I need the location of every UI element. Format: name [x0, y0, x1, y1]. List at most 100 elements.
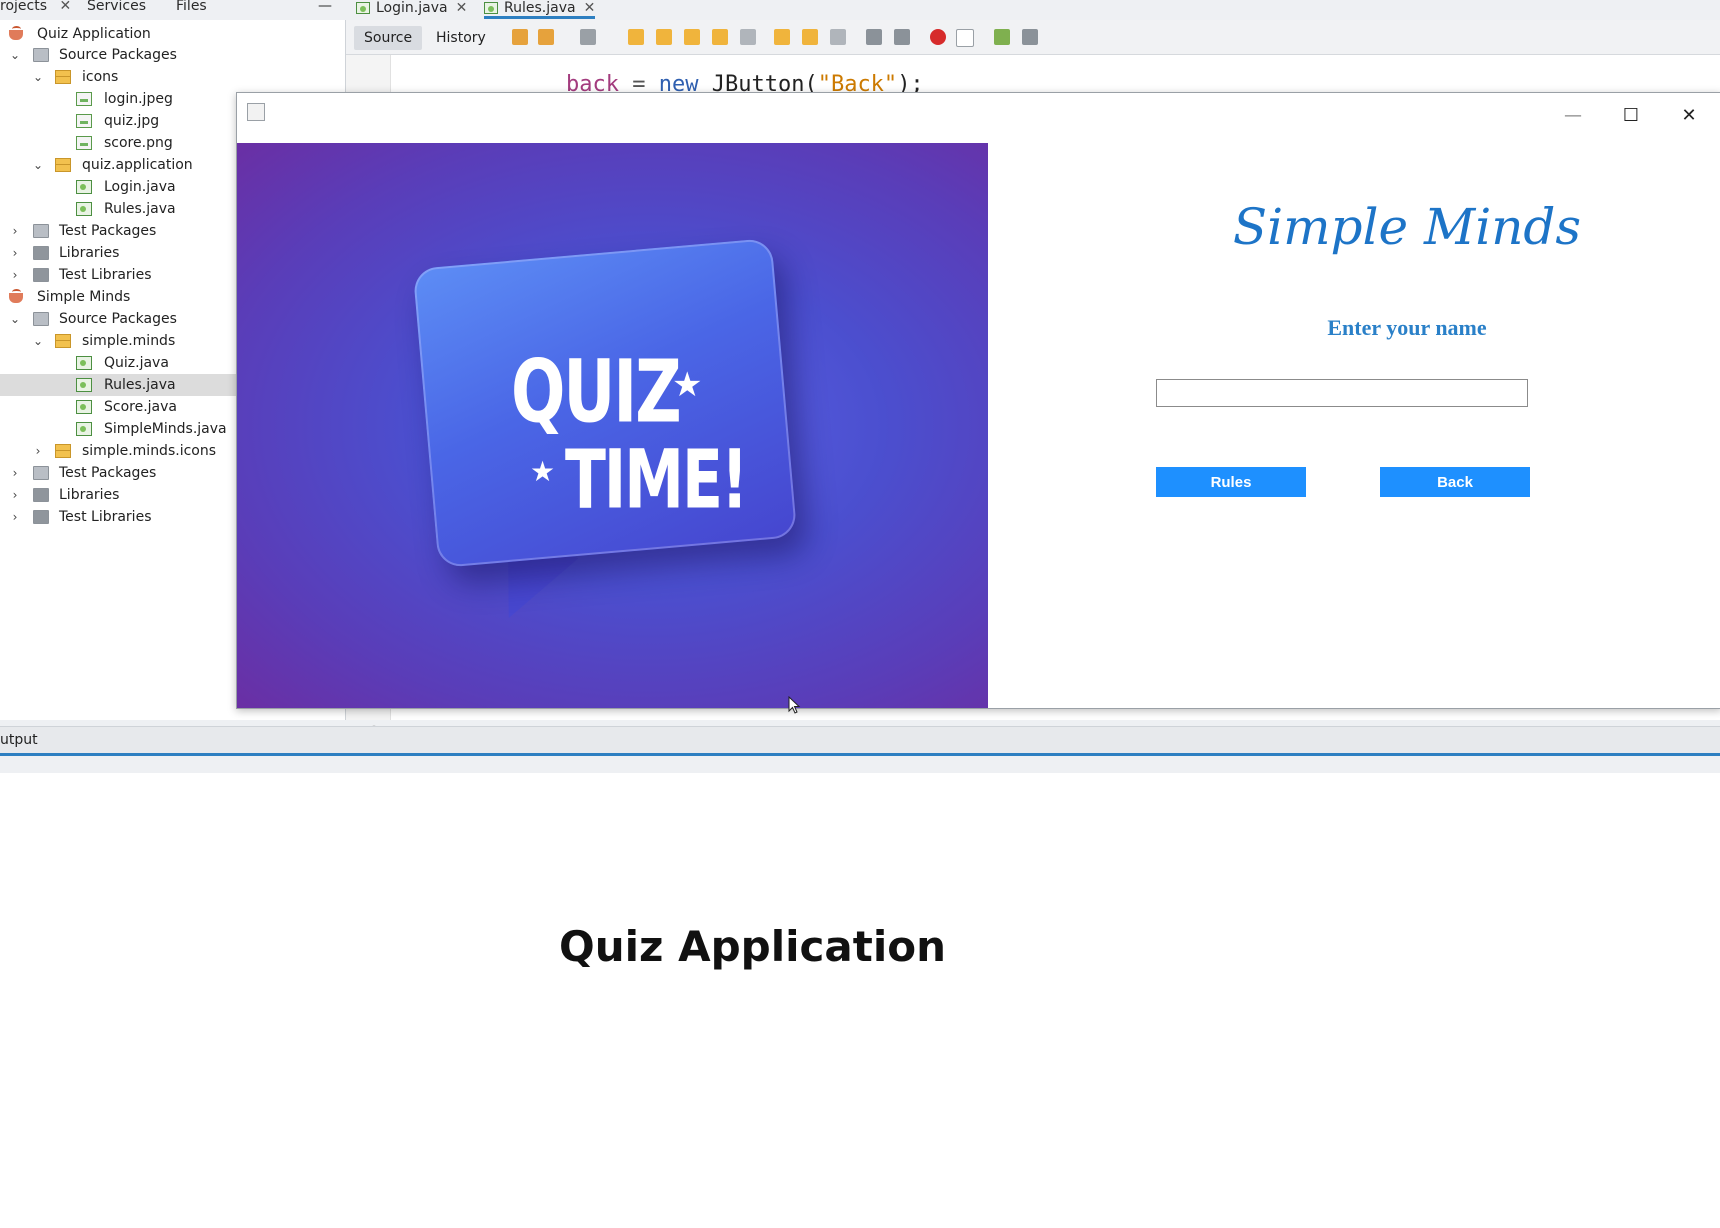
package-icon — [55, 70, 71, 84]
close-icon[interactable]: ✕ — [456, 0, 468, 16]
chevron-right-icon[interactable]: › — [10, 242, 20, 264]
tree-item-label: score.png — [104, 135, 173, 151]
simple-minds-window: — ☐ ✕ QUIZ ★ ★ TIME! Simple Minds Enter … — [236, 92, 1720, 709]
minimize-panel-icon[interactable]: — — [318, 0, 332, 16]
package-icon — [55, 334, 71, 348]
tree-item-quiz-application[interactable]: Quiz Application — [0, 23, 345, 45]
tree-item-label: Source Packages — [59, 47, 177, 63]
close-icon[interactable]: ✕ — [584, 0, 596, 16]
chevron-down-icon[interactable]: ⌄ — [33, 66, 43, 88]
record-macro-icon[interactable] — [930, 29, 946, 45]
tab-projects-label: rojects — [0, 0, 47, 14]
toggle-bookmark-icon[interactable] — [830, 29, 846, 45]
close-button[interactable]: ✕ — [1669, 101, 1709, 131]
back-icon[interactable] — [538, 29, 554, 45]
name-input[interactable] — [1156, 379, 1528, 407]
project-icon — [8, 26, 26, 42]
name-prompt-label: Enter your name — [1327, 315, 1487, 340]
package-icon — [55, 158, 71, 172]
tab-projects[interactable]: rojects ✕ — [0, 0, 71, 16]
tree-item-label: simple.minds.icons — [82, 443, 217, 459]
java-app-icon — [247, 103, 265, 121]
select-icon[interactable] — [740, 29, 756, 45]
tree-item-label: Login.java — [104, 179, 176, 195]
next-bookmark-icon[interactable] — [802, 29, 818, 45]
folder-icon — [33, 224, 49, 238]
quiz-time-image: QUIZ ★ ★ TIME! — [237, 143, 988, 708]
project-icon — [8, 289, 26, 305]
tree-item-label: Score.java — [104, 399, 177, 415]
forward-icon[interactable] — [580, 29, 596, 45]
tree-item-label: simple.minds — [82, 333, 176, 349]
chevron-down-icon[interactable]: ⌄ — [10, 44, 20, 66]
tab-services[interactable]: Services — [87, 0, 146, 16]
quiz-text: QUIZ — [511, 343, 682, 443]
status-divider — [0, 753, 1720, 756]
tab-history[interactable]: History — [426, 26, 496, 50]
chevron-right-icon[interactable]: › — [10, 462, 20, 484]
shift-right-icon[interactable] — [894, 29, 910, 45]
java-file-icon — [484, 2, 498, 14]
java-file-icon — [76, 378, 92, 392]
maximize-button[interactable]: ☐ — [1611, 101, 1651, 131]
find-icon[interactable] — [628, 29, 644, 45]
mouse-cursor-icon — [788, 696, 801, 714]
brand-title: Simple Minds — [1232, 198, 1582, 256]
tab-files[interactable]: Files — [176, 0, 207, 16]
image-file-icon — [76, 114, 92, 128]
shift-left-icon[interactable] — [866, 29, 882, 45]
image-file-icon — [76, 136, 92, 150]
toggle-highlight-icon[interactable] — [712, 29, 728, 45]
tree-item-icons-package[interactable]: ⌄ icons — [0, 66, 345, 88]
library-icon — [33, 488, 49, 502]
back-button[interactable]: Back — [1380, 467, 1530, 497]
tree-item-label: Rules.java — [104, 201, 176, 217]
find-next-icon[interactable] — [684, 29, 700, 45]
chevron-down-icon[interactable]: ⌄ — [33, 154, 43, 176]
tab-files-label: Files — [176, 0, 207, 14]
tree-item-label: Test Libraries — [59, 267, 152, 283]
chevron-down-icon[interactable]: ⌄ — [33, 330, 43, 352]
rules-button[interactable]: Rules — [1156, 467, 1306, 497]
output-panel-bar[interactable]: utput — [0, 726, 1720, 754]
folder-icon — [33, 48, 49, 62]
close-icon[interactable]: ✕ — [59, 0, 71, 14]
window-titlebar[interactable]: — ☐ ✕ — [237, 93, 1720, 141]
chevron-right-icon[interactable]: › — [10, 220, 20, 242]
editor-toolbar: Source History — [346, 20, 1720, 55]
previous-bookmark-icon[interactable] — [774, 29, 790, 45]
tree-item-label: Source Packages — [59, 311, 177, 327]
comment-icon[interactable] — [994, 29, 1010, 45]
output-label: utput — [0, 732, 38, 748]
chevron-down-icon[interactable]: ⌄ — [10, 308, 20, 330]
java-file-icon — [356, 2, 370, 14]
chevron-right-icon[interactable]: › — [10, 264, 20, 286]
tree-item-label: icons — [82, 69, 119, 85]
stop-macro-icon[interactable] — [956, 29, 974, 47]
chevron-right-icon[interactable]: › — [33, 440, 43, 462]
tree-item-source-packages[interactable]: ⌄ Source Packages — [0, 44, 345, 66]
editor-tab-login[interactable]: Login.java ✕ — [356, 0, 467, 16]
chevron-right-icon[interactable]: › — [10, 506, 20, 528]
time-text: TIME! — [565, 433, 748, 528]
find-previous-icon[interactable] — [656, 29, 672, 45]
tree-item-label: login.jpeg — [104, 91, 173, 107]
library-icon — [33, 510, 49, 524]
java-file-icon — [76, 356, 92, 370]
image-file-icon — [76, 92, 92, 106]
editor-tab-rules[interactable]: Rules.java ✕ — [484, 0, 596, 19]
java-file-icon — [76, 180, 92, 194]
tab-services-label: Services — [87, 0, 147, 14]
editor-tab-label: Rules.java — [504, 0, 576, 16]
minimize-button[interactable]: — — [1553, 101, 1593, 131]
tab-source[interactable]: Source — [354, 26, 423, 50]
library-icon — [33, 268, 49, 282]
last-edit-icon[interactable] — [512, 29, 528, 45]
tree-item-label: Test Packages — [59, 465, 157, 481]
tree-item-label: quiz.jpg — [104, 113, 160, 129]
tree-item-label: Test Packages — [59, 223, 157, 239]
library-icon — [33, 246, 49, 260]
uncomment-icon[interactable] — [1022, 29, 1038, 45]
tree-item-label: Quiz.java — [104, 355, 169, 371]
chevron-right-icon[interactable]: › — [10, 484, 20, 506]
